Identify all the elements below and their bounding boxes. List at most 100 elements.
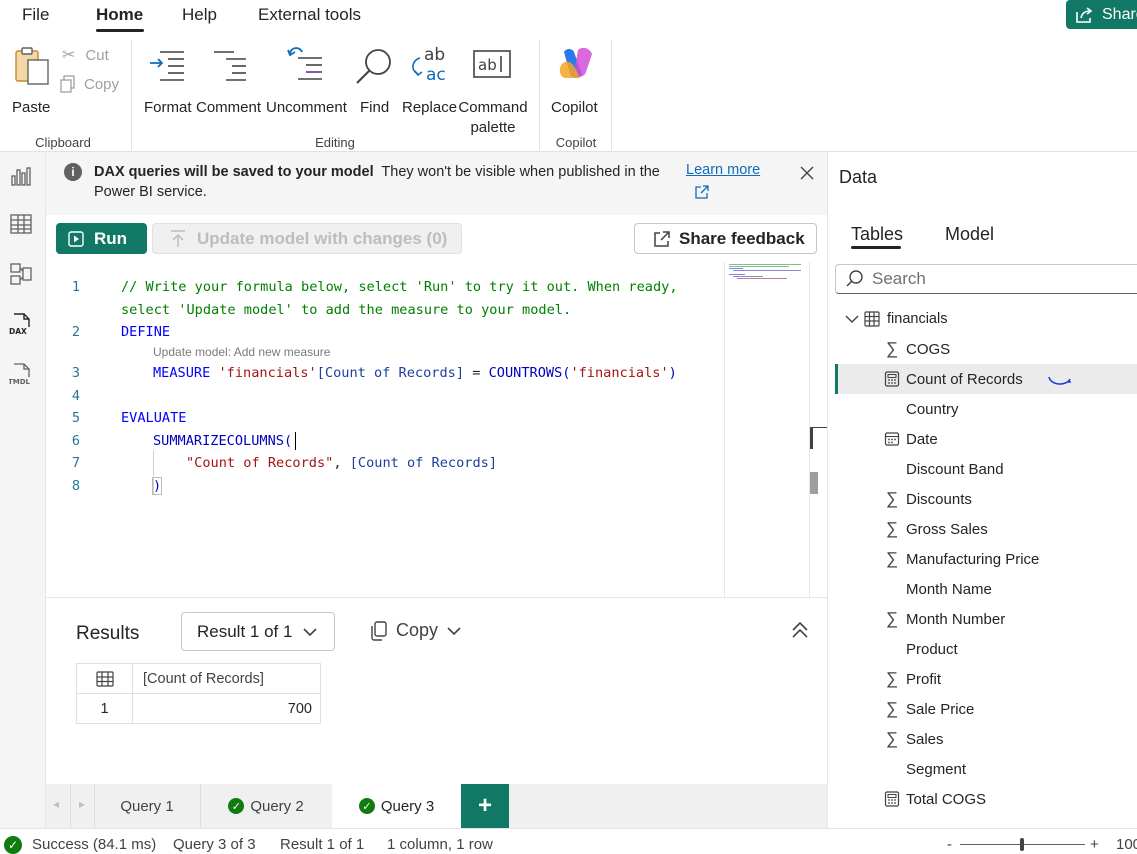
tab-home[interactable]: Home <box>96 5 143 25</box>
replace-icon: ab ac <box>412 45 446 85</box>
sigma-icon: ∑ <box>885 489 899 508</box>
zoom-slider-thumb[interactable] <box>1020 838 1024 851</box>
close-icon[interactable] <box>800 166 814 180</box>
field-label: Country <box>906 400 959 418</box>
dax-query-view-icon[interactable]: DAX <box>9 312 33 336</box>
line-number: 2 <box>71 324 80 340</box>
field-label: Segment <box>906 760 967 778</box>
field-item-segment[interactable]: Segment <box>835 754 1137 784</box>
code-measure-ref: [Count of Records] <box>316 365 465 381</box>
line-number: 3 <box>71 365 80 381</box>
code-paren: ) <box>151 477 163 495</box>
field-label: Date <box>906 430 938 448</box>
collapse-results-icon[interactable] <box>790 620 810 640</box>
scissors-icon: ✂ <box>62 47 76 64</box>
field-item-gross-sales[interactable]: ∑ Gross Sales <box>835 514 1137 544</box>
share-label: Share <box>1102 5 1137 23</box>
field-item-country[interactable]: Country <box>835 394 1137 424</box>
dax-code-editor[interactable]: 1 2 3 4 5 6 7 8 // Write your formula be… <box>46 262 827 597</box>
table-icon <box>864 311 880 327</box>
field-item-discounts[interactable]: ∑ Discounts <box>835 484 1137 514</box>
run-button[interactable]: Run <box>56 223 147 254</box>
cut-button[interactable]: ✂ Cut <box>62 45 109 65</box>
format-icon <box>150 51 184 81</box>
column-header[interactable]: [Count of Records] <box>132 663 321 694</box>
field-item-product[interactable]: Product <box>835 634 1137 664</box>
field-item-manufacturing-price[interactable]: ∑ Manufacturing Price <box>835 544 1137 574</box>
result-selector-dropdown[interactable]: Result 1 of 1 <box>181 612 335 651</box>
comment-button[interactable]: Comment <box>196 44 264 122</box>
code-minimap[interactable] <box>724 262 810 597</box>
chevron-down-icon[interactable] <box>845 314 859 324</box>
scroll-left-icon[interactable]: ◂ <box>53 797 59 811</box>
field-label: Discount Band <box>906 460 1004 478</box>
field-item-month-number[interactable]: ∑ Month Number <box>835 604 1137 634</box>
tab-help[interactable]: Help <box>182 5 217 25</box>
table-header-row: [Count of Records] <box>76 663 321 694</box>
field-item-sale-price[interactable]: ∑ Sale Price <box>835 694 1137 724</box>
learn-more-link[interactable]: Learn more <box>686 162 760 178</box>
tab-tables[interactable]: Tables <box>851 224 903 245</box>
share-feedback-button[interactable]: Share feedback <box>634 223 817 254</box>
field-item-sales[interactable]: ∑ Sales <box>835 724 1137 754</box>
model-view-icon[interactable] <box>9 262 33 286</box>
external-link-icon[interactable] <box>694 184 710 200</box>
zoom-in-button[interactable]: + <box>1090 836 1099 853</box>
report-view-icon[interactable] <box>9 164 33 188</box>
active-tab-indicator <box>851 246 901 249</box>
sigma-icon: ∑ <box>885 519 899 538</box>
table-view-icon[interactable] <box>9 212 33 236</box>
field-item-cogs[interactable]: ∑ COGS <box>835 334 1137 364</box>
field-item-discount-band[interactable]: Discount Band <box>835 454 1137 484</box>
tmdl-view-icon[interactable]: TMDL <box>9 362 33 386</box>
clipboard-group-label: Clipboard <box>35 135 91 150</box>
code-table-ref: 'financials' <box>570 365 669 381</box>
table-header-corner[interactable] <box>76 663 133 694</box>
share-button[interactable]: Share <box>1066 0 1137 29</box>
ribbon-separator <box>611 40 612 150</box>
table-cell[interactable]: 700 <box>132 693 321 724</box>
query-tab-1[interactable]: Query 1 <box>94 784 200 828</box>
command-palette-button[interactable]: ab Command palette <box>458 44 528 136</box>
field-label: Manufacturing Price <box>906 550 1040 568</box>
sigma-icon: ∑ <box>885 549 899 568</box>
uncomment-button[interactable]: Uncomment <box>264 44 350 122</box>
replace-button[interactable]: ab ac Replace <box>400 44 458 122</box>
query-tab-2[interactable]: ✓ Query 2 <box>201 784 331 828</box>
search-input[interactable]: Search <box>835 264 1137 294</box>
field-item-total-cogs[interactable]: Total COGS <box>835 784 1137 814</box>
add-query-button[interactable]: + <box>461 784 509 828</box>
copy-results-button[interactable]: Copy <box>370 620 462 641</box>
copilot-button[interactable]: Copilot <box>548 44 604 122</box>
field-item-profit[interactable]: ∑ Profit <box>835 664 1137 694</box>
editor-scrollbar[interactable] <box>810 427 827 497</box>
find-button[interactable]: Find <box>354 44 396 122</box>
copilot-label: Copilot <box>551 99 598 116</box>
comment-label: Comment <box>196 99 262 116</box>
field-item-date[interactable]: Date <box>835 424 1137 454</box>
tab-external-tools[interactable]: External tools <box>258 5 361 25</box>
line-number: 1 <box>71 279 80 295</box>
copy-results-label: Copy <box>396 620 439 640</box>
code-measure-ref: [Count of Records] <box>349 455 498 471</box>
paste-button[interactable]: Paste <box>8 44 52 122</box>
code-comment: // Write your formula below, select 'Run… <box>121 279 678 295</box>
table-tree-item[interactable]: financials <box>835 304 1137 334</box>
field-label: Profit <box>906 670 942 688</box>
table-row: 1 700 <box>76 693 321 724</box>
update-model-button[interactable]: Update model with changes (0) <box>152 223 462 254</box>
calculator-icon <box>884 791 900 807</box>
format-button[interactable]: Format <box>142 44 194 122</box>
scroll-right-icon[interactable]: ▸ <box>79 797 85 811</box>
tab-file[interactable]: File <box>22 5 49 25</box>
line-number: 6 <box>71 433 80 449</box>
code-lens-hint[interactable]: Update model: Add new measure <box>153 345 330 359</box>
field-item-count-of-records[interactable]: Count of Records <box>835 364 1137 394</box>
data-pane-title: Data <box>839 167 878 187</box>
field-item-month-name[interactable]: Month Name <box>835 574 1137 604</box>
query-tab-3[interactable]: ✓ Query 3 <box>332 784 461 828</box>
comment-lines-icon <box>214 51 246 81</box>
copy-ribbon-button[interactable]: Copy <box>60 75 119 93</box>
tab-model[interactable]: Model <box>945 224 994 245</box>
zoom-out-button[interactable]: - <box>947 836 952 853</box>
